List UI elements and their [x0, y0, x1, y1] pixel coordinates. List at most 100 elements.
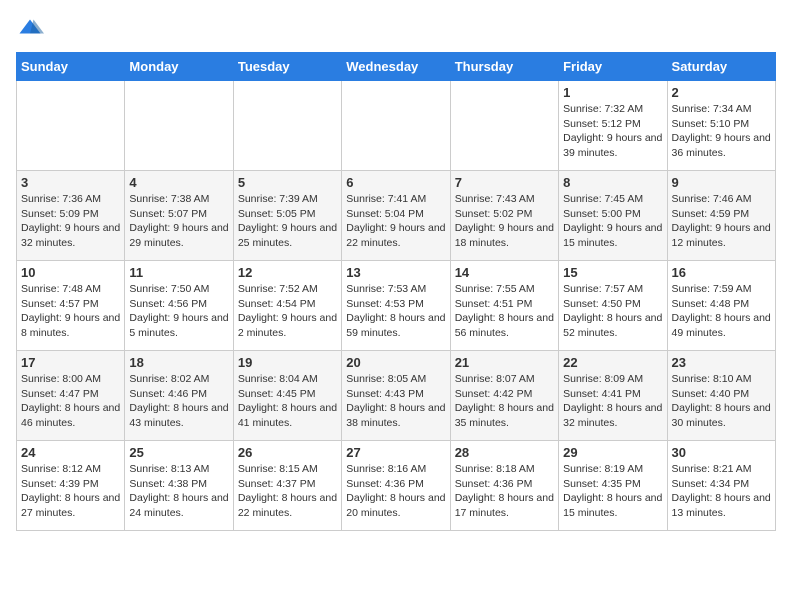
day-number: 18	[129, 355, 228, 370]
day-info: Sunrise: 8:10 AMSunset: 4:40 PMDaylight:…	[672, 373, 771, 429]
day-info: Sunrise: 8:18 AMSunset: 4:36 PMDaylight:…	[455, 463, 554, 519]
day-info: Sunrise: 7:39 AMSunset: 5:05 PMDaylight:…	[238, 193, 337, 249]
calendar-cell: 23 Sunrise: 8:10 AMSunset: 4:40 PMDayligh…	[667, 351, 775, 441]
calendar-cell: 29Sunrise: 8:19 AMSunset: 4:35 PMDayligh…	[559, 441, 667, 531]
calendar-cell: 12Sunrise: 7:52 AMSunset: 4:54 PMDayligh…	[233, 261, 341, 351]
calendar-cell: 15 Sunrise: 7:57 AMSunset: 4:50 PMDayligh…	[559, 261, 667, 351]
calendar-cell: 24Sunrise: 8:12 AMSunset: 4:39 PMDayligh…	[17, 441, 125, 531]
day-info: Sunrise: 7:50 AMSunset: 4:56 PMDaylight:…	[129, 283, 228, 339]
calendar-cell	[342, 81, 450, 171]
day-number: 15	[563, 265, 662, 280]
day-info: Sunrise: 8:13 AMSunset: 4:38 PMDaylight:…	[129, 463, 228, 519]
calendar-cell: 27 Sunrise: 8:16 AMSunset: 4:36 PMDayligh…	[342, 441, 450, 531]
calendar-cell: 18 Sunrise: 8:02 AMSunset: 4:46 PMDayligh…	[125, 351, 233, 441]
calendar-cell: 30 Sunrise: 8:21 AMSunset: 4:34 PMDayligh…	[667, 441, 775, 531]
day-number: 26	[238, 445, 337, 460]
day-info: Sunrise: 7:32 AMSunset: 5:12 PMDaylight:…	[563, 103, 662, 159]
day-info: Sunrise: 7:59 AMSunset: 4:48 PMDaylight:…	[672, 283, 771, 339]
day-info: Sunrise: 8:21 AMSunset: 4:34 PMDaylight:…	[672, 463, 771, 519]
day-info: Sunrise: 8:09 AMSunset: 4:41 PMDaylight:…	[563, 373, 662, 429]
header	[16, 16, 776, 44]
day-info: Sunrise: 7:53 AMSunset: 4:53 PMDaylight:…	[346, 283, 445, 339]
day-number: 2	[672, 85, 771, 100]
day-info: Sunrise: 7:38 AMSunset: 5:07 PMDaylight:…	[129, 193, 228, 249]
calendar-table: SundayMondayTuesdayWednesdayThursdayFrid…	[16, 52, 776, 531]
weekday-header: Wednesday	[342, 53, 450, 81]
day-number: 8	[563, 175, 662, 190]
weekday-header: Saturday	[667, 53, 775, 81]
calendar-cell: 22 Sunrise: 8:09 AMSunset: 4:41 PMDayligh…	[559, 351, 667, 441]
day-number: 1	[563, 85, 662, 100]
calendar-cell: 1 Sunrise: 7:32 AMSunset: 5:12 PMDaylight…	[559, 81, 667, 171]
calendar-cell	[17, 81, 125, 171]
day-number: 7	[455, 175, 554, 190]
weekday-header: Tuesday	[233, 53, 341, 81]
weekday-header: Friday	[559, 53, 667, 81]
day-info: Sunrise: 7:45 AMSunset: 5:00 PMDaylight:…	[563, 193, 662, 249]
weekday-header: Monday	[125, 53, 233, 81]
day-number: 14	[455, 265, 554, 280]
calendar-cell: 25 Sunrise: 8:13 AMSunset: 4:38 PMDayligh…	[125, 441, 233, 531]
calendar-cell: 28 Sunrise: 8:18 AMSunset: 4:36 PMDayligh…	[450, 441, 558, 531]
day-info: Sunrise: 7:48 AMSunset: 4:57 PMDaylight:…	[21, 283, 120, 339]
weekday-header: Sunday	[17, 53, 125, 81]
day-number: 28	[455, 445, 554, 460]
day-info: Sunrise: 7:46 AMSunset: 4:59 PMDaylight:…	[672, 193, 771, 249]
calendar-cell: 10 Sunrise: 7:48 AMSunset: 4:57 PMDayligh…	[17, 261, 125, 351]
day-info: Sunrise: 7:41 AMSunset: 5:04 PMDaylight:…	[346, 193, 445, 249]
day-info: Sunrise: 7:57 AMSunset: 4:50 PMDaylight:…	[563, 283, 662, 339]
day-number: 23	[672, 355, 771, 370]
day-info: Sunrise: 8:19 AMSunset: 4:35 PMDaylight:…	[563, 463, 662, 519]
day-info: Sunrise: 8:07 AMSunset: 4:42 PMDaylight:…	[455, 373, 554, 429]
calendar-cell: 5 Sunrise: 7:39 AMSunset: 5:05 PMDaylight…	[233, 171, 341, 261]
calendar-week-row: 1 Sunrise: 7:32 AMSunset: 5:12 PMDaylight…	[17, 81, 776, 171]
calendar-cell: 26 Sunrise: 8:15 AMSunset: 4:37 PMDayligh…	[233, 441, 341, 531]
calendar-cell: 21 Sunrise: 8:07 AMSunset: 4:42 PMDayligh…	[450, 351, 558, 441]
weekday-header: Thursday	[450, 53, 558, 81]
day-number: 12	[238, 265, 337, 280]
calendar-cell: 20 Sunrise: 8:05 AMSunset: 4:43 PMDayligh…	[342, 351, 450, 441]
calendar-cell: 11 Sunrise: 7:50 AMSunset: 4:56 PMDayligh…	[125, 261, 233, 351]
day-number: 20	[346, 355, 445, 370]
calendar-cell	[125, 81, 233, 171]
day-number: 13	[346, 265, 445, 280]
calendar-week-row: 17Sunrise: 8:00 AMSunset: 4:47 PMDayligh…	[17, 351, 776, 441]
day-info: Sunrise: 8:15 AMSunset: 4:37 PMDaylight:…	[238, 463, 337, 519]
day-info: Sunrise: 8:05 AMSunset: 4:43 PMDaylight:…	[346, 373, 445, 429]
day-number: 17	[21, 355, 120, 370]
day-number: 9	[672, 175, 771, 190]
day-info: Sunrise: 8:04 AMSunset: 4:45 PMDaylight:…	[238, 373, 337, 429]
day-info: Sunrise: 8:02 AMSunset: 4:46 PMDaylight:…	[129, 373, 228, 429]
logo	[16, 16, 48, 44]
calendar-cell: 3Sunrise: 7:36 AMSunset: 5:09 PMDaylight…	[17, 171, 125, 261]
day-number: 25	[129, 445, 228, 460]
calendar-cell: 6 Sunrise: 7:41 AMSunset: 5:04 PMDaylight…	[342, 171, 450, 261]
calendar-cell: 7 Sunrise: 7:43 AMSunset: 5:02 PMDaylight…	[450, 171, 558, 261]
calendar-week-row: 10 Sunrise: 7:48 AMSunset: 4:57 PMDayligh…	[17, 261, 776, 351]
calendar-cell	[450, 81, 558, 171]
logo-icon	[16, 16, 44, 44]
calendar-week-row: 3Sunrise: 7:36 AMSunset: 5:09 PMDaylight…	[17, 171, 776, 261]
day-number: 16	[672, 265, 771, 280]
calendar-cell: 2Sunrise: 7:34 AMSunset: 5:10 PMDaylight…	[667, 81, 775, 171]
day-number: 21	[455, 355, 554, 370]
calendar-cell: 19 Sunrise: 8:04 AMSunset: 4:45 PMDayligh…	[233, 351, 341, 441]
day-number: 27	[346, 445, 445, 460]
calendar-cell: 8 Sunrise: 7:45 AMSunset: 5:00 PMDaylight…	[559, 171, 667, 261]
day-number: 11	[129, 265, 228, 280]
day-number: 30	[672, 445, 771, 460]
day-number: 5	[238, 175, 337, 190]
day-number: 19	[238, 355, 337, 370]
calendar-cell	[233, 81, 341, 171]
day-number: 22	[563, 355, 662, 370]
day-info: Sunrise: 8:12 AMSunset: 4:39 PMDaylight:…	[21, 463, 120, 519]
calendar-header: SundayMondayTuesdayWednesdayThursdayFrid…	[17, 53, 776, 81]
day-number: 6	[346, 175, 445, 190]
day-number: 10	[21, 265, 120, 280]
weekday-row: SundayMondayTuesdayWednesdayThursdayFrid…	[17, 53, 776, 81]
day-info: Sunrise: 8:16 AMSunset: 4:36 PMDaylight:…	[346, 463, 445, 519]
calendar-week-row: 24Sunrise: 8:12 AMSunset: 4:39 PMDayligh…	[17, 441, 776, 531]
day-number: 3	[21, 175, 120, 190]
day-info: Sunrise: 7:43 AMSunset: 5:02 PMDaylight:…	[455, 193, 554, 249]
calendar-cell: 13 Sunrise: 7:53 AMSunset: 4:53 PMDayligh…	[342, 261, 450, 351]
